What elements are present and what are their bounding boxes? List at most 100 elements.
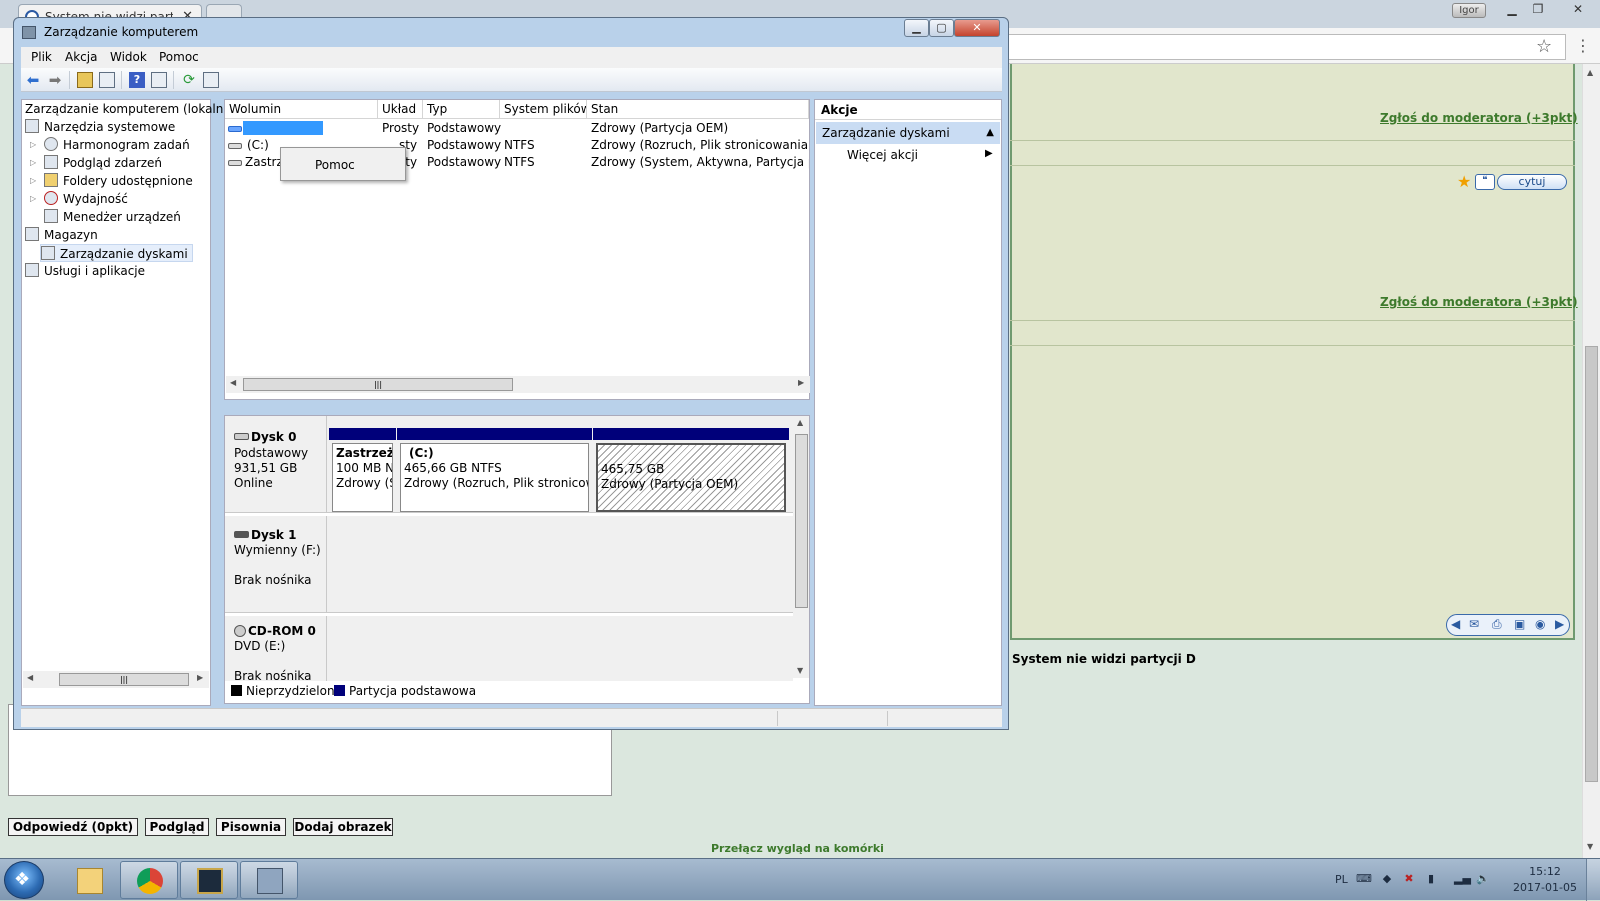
menu-action[interactable]: Akcja [65,50,97,64]
next-arrow-icon[interactable]: ▶ [1555,617,1564,631]
rss-icon[interactable]: ◉ [1535,617,1545,631]
actions-section-disk-management[interactable]: Zarządzanie dyskami ▲ [816,122,1000,144]
add-image-button[interactable]: Dodaj obrazek [293,818,393,836]
tree-item-task-scheduler[interactable]: ▷ Harmonogram zadań [30,136,190,154]
tree-item-system-tools[interactable]: Narzędzia systemowe [25,118,175,136]
tree-item-services[interactable]: Usługi i aplikacje [25,262,145,280]
scroll-down-icon[interactable]: ▼ [797,666,803,675]
scroll-right-icon[interactable]: ▶ [197,673,203,682]
tree-horizontal-scrollbar[interactable]: ◀ ||| ▶ [23,671,209,688]
partition-reserved[interactable]: Zastrzeżo 100 MB N Zdrowy (S [329,428,396,514]
scroll-up-icon[interactable]: ▲ [797,418,803,427]
scroll-left-icon[interactable]: ◀ [27,673,33,682]
address-bar[interactable] [1006,34,1566,60]
scrollbar-thumb[interactable] [795,434,808,608]
disk-info[interactable]: Dysk 1 Wymienny (F:) Brak nośnika [225,516,327,612]
taskbar-computer-management[interactable] [240,861,298,899]
tree-item-disk-management[interactable]: Zarządzanie dyskami [40,244,193,262]
reply-button[interactable]: Odpowiedź (0pkt) [8,818,138,836]
report-moderator-link[interactable]: Zgłoś do moderatora (+3pkt) [1380,295,1578,309]
partition-c[interactable]: (C:) 465,66 GB NTFS Zdrowy (Rozruch, Pli… [397,428,592,514]
scroll-up-icon[interactable]: ▲ [1587,68,1593,77]
tree-item-device-manager[interactable]: Menedżer urządzeń [44,208,181,226]
language-indicator[interactable]: PL [1335,873,1348,886]
browser-close-icon[interactable]: ✕ [1566,2,1590,18]
column-header-filesystem[interactable]: System plików [500,100,587,119]
show-desktop-button[interactable] [1586,859,1600,901]
show-hide-tree-icon[interactable] [99,72,115,88]
volume-row[interactable]: Prosty Podstawowy Zdrowy (Partycja OEM) [225,120,809,137]
volume-icon[interactable]: 🔈 [1476,872,1490,886]
mobile-view-link[interactable]: Przełącz wygląd na komórki [711,842,884,855]
context-menu-help[interactable]: Pomoc [315,158,355,172]
expand-arrow-icon[interactable]: ▷ [30,136,36,154]
start-button[interactable]: ❖ [4,861,44,899]
page-scrollbar[interactable]: ▲ ▼ [1582,64,1600,858]
browser-restore-icon[interactable]: ❐ [1526,2,1550,18]
email-icon[interactable]: ✉ [1469,617,1479,631]
preview-button[interactable]: Podgląd [145,818,209,836]
scroll-down-icon[interactable]: ▼ [1587,842,1593,851]
report-moderator-link[interactable]: Zgłoś do moderatora (+3pkt) [1380,111,1578,125]
clock-time[interactable]: 15:12 [1520,865,1570,878]
print-icon[interactable]: ⎙ [1492,617,1502,632]
disk-vertical-scrollbar[interactable]: ▲ ▼ [793,416,809,678]
column-header-layout[interactable]: Układ [378,100,423,119]
network-error-icon[interactable]: ✖ [1402,872,1416,886]
close-button[interactable]: ✕ [954,19,1000,37]
taskbar-explorer[interactable] [60,861,118,899]
prev-arrow-icon[interactable]: ◀ [1451,617,1460,631]
minimize-button[interactable]: ▁ [904,19,929,37]
column-header-volume[interactable]: Wolumin [225,100,378,119]
forward-arrow-icon[interactable]: ➡ [47,72,63,88]
expand-arrow-icon[interactable]: ▷ [30,190,36,208]
spellcheck-button[interactable]: Pisownia [216,818,286,836]
browser-menu-icon[interactable]: ⋮ [1575,36,1591,55]
column-header-status[interactable]: Stan [587,100,809,119]
signal-icon[interactable]: ▂▄ [1454,872,1471,886]
scrollbar-thumb[interactable]: ||| [243,378,513,391]
disk-info[interactable]: Dysk 0 Podstawowy 931,51 GB Online [225,416,327,512]
maximize-button[interactable]: ▢ [929,19,954,37]
more-actions-item[interactable]: Więcej akcji [847,148,918,162]
browser-minimize-icon[interactable]: ▁ [1500,2,1524,18]
usb-device-icon[interactable]: ▮ [1424,872,1438,886]
expand-arrow-icon[interactable]: ▷ [30,172,36,190]
properties-icon[interactable] [203,72,219,88]
back-arrow-icon[interactable]: ⬅ [25,72,41,88]
scroll-right-icon[interactable]: ▶ [798,378,804,387]
bookmark-star-icon[interactable]: ☆ [1536,36,1552,57]
taskbar-chrome[interactable] [120,861,178,899]
expand-arrow-icon[interactable]: ▷ [30,154,36,172]
clock-date[interactable]: 2017-01-05 [1512,881,1578,894]
scrollbar-thumb[interactable]: ||| [59,673,189,686]
column-header-type[interactable]: Typ [423,100,500,119]
submenu-arrow-icon[interactable]: ▶ [985,148,993,159]
scroll-left-icon[interactable]: ◀ [230,378,236,387]
fox-icon[interactable]: ◆ [1380,872,1394,886]
save-icon[interactable]: ▣ [1514,617,1525,631]
star-icon[interactable]: ★ [1457,172,1471,191]
volume-horizontal-scrollbar[interactable]: ◀ ||| ▶ [226,376,810,393]
taskbar-league[interactable] [180,861,238,899]
tree-item-event-viewer[interactable]: ▷ Podgląd zdarzeń [30,154,162,172]
menu-file[interactable]: Plik [31,50,52,64]
scrollbar-thumb[interactable] [1585,346,1598,782]
tree-item-performance[interactable]: ▷ Wydajność [30,190,128,208]
menu-help[interactable]: Pomoc [159,50,199,64]
disk-info[interactable]: CD-ROM 0 DVD (E:) Brak nośnika [225,616,327,686]
quote-icon[interactable]: ❝ [1475,174,1495,190]
tree-item-shared-folders[interactable]: ▷ Foldery udostępnione [30,172,193,190]
partition-oem[interactable]: 465,75 GB Zdrowy (Partycja OEM) [593,428,789,514]
keyboard-icon[interactable]: ⌨ [1356,872,1372,886]
help-icon[interactable]: ? [129,72,145,88]
collapse-arrow-icon[interactable]: ▲ [986,122,994,144]
quote-button[interactable]: cytuj [1497,174,1567,190]
profile-badge[interactable]: Igor [1452,3,1486,18]
up-folder-icon[interactable] [77,72,93,88]
menu-view[interactable]: Widok [110,50,147,64]
tree-root[interactable]: Zarządzanie komputerem (lokalne) [25,100,235,118]
show-hide-actions-icon[interactable] [151,72,167,88]
tree-item-storage[interactable]: Magazyn [25,226,98,244]
refresh-icon[interactable]: ⟳ [181,72,197,88]
